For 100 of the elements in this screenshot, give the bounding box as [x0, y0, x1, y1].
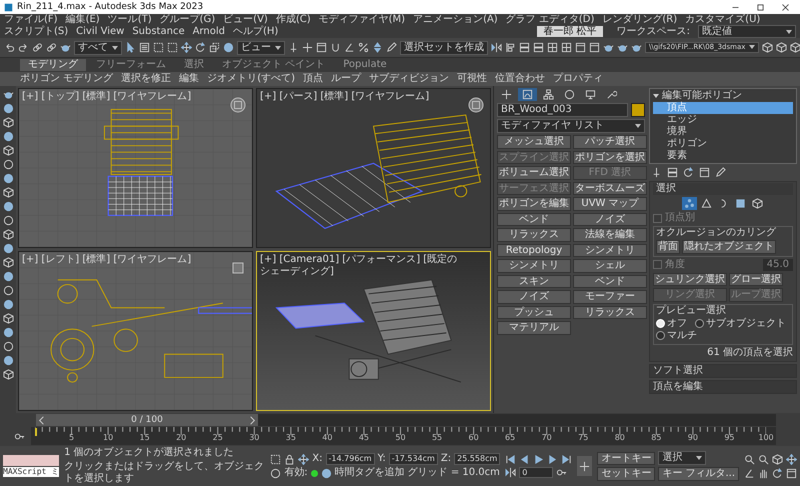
modifier-list-dropdown[interactable]: モディファイヤ リスト — [497, 119, 645, 133]
viewport[interactable]: [+] [パース] [標準] [ワイヤフレーム] — [256, 88, 491, 248]
ribbon-tab[interactable]: 選択 — [176, 59, 212, 71]
cube-icon[interactable] — [776, 42, 788, 53]
ribbon-panel-tab[interactable]: ループ — [331, 73, 361, 85]
collapse-icon[interactable] — [653, 93, 659, 99]
step-back-icon[interactable] — [519, 454, 530, 465]
viewport-label[interactable]: [+] [パース] [標準] [ワイヤフレーム] — [260, 91, 466, 103]
grid-icon[interactable] — [561, 42, 572, 53]
redo-icon[interactable] — [18, 42, 29, 53]
circle-icon[interactable] — [2, 215, 14, 226]
modifier-button[interactable]: ノイズ — [573, 212, 647, 226]
dashed-icon[interactable] — [167, 42, 178, 53]
option-button[interactable]: 隠れたオブジェクト — [682, 240, 776, 254]
auto-key-button[interactable]: オートキー — [597, 452, 656, 465]
move-icon[interactable] — [181, 42, 192, 53]
viewport-label[interactable]: [+] [トップ] [標準] [ワイヤフレーム] — [22, 91, 228, 103]
dashed-icon[interactable] — [270, 454, 282, 464]
viewport-label[interactable]: [+] [Camera01] [パフォーマンス] [既定のシェーディング] — [260, 254, 466, 278]
bend-tab[interactable] — [518, 88, 537, 101]
modifier-button[interactable]: パッチ選択 — [573, 135, 647, 148]
lock-icon[interactable] — [284, 454, 296, 464]
skip-forward-icon[interactable] — [561, 454, 572, 465]
dots-button[interactable] — [682, 197, 696, 210]
menu-item[interactable]: 作成(C) — [276, 14, 311, 25]
ribbon-panel-tab[interactable]: ジオメトリ(すべて) — [207, 73, 295, 85]
set-key-button[interactable] — [577, 456, 592, 476]
cube-icon[interactable] — [2, 313, 14, 324]
menu-item[interactable]: ヘルプ(H) — [232, 26, 278, 37]
coordinate-field[interactable]: -14.796cm — [326, 453, 375, 465]
sphere-icon[interactable] — [223, 42, 234, 53]
object-name-field[interactable]: BR_Wood_003 — [497, 103, 628, 117]
zoom-icon[interactable] — [744, 454, 755, 464]
selection-filter-dropdown[interactable]: すべて — [74, 40, 122, 54]
list-icon[interactable] — [139, 42, 150, 53]
maxscript-field[interactable]: MAXScript ミ — [3, 467, 60, 477]
grid-icon[interactable] — [547, 42, 558, 53]
sphere-icon[interactable] — [2, 103, 14, 114]
teapot-icon[interactable] — [631, 42, 642, 53]
window-icon[interactable] — [575, 42, 586, 53]
current-frame-field[interactable]: 0 — [519, 466, 554, 478]
magnet-icon[interactable] — [330, 42, 341, 53]
menu-item[interactable]: グループ(G) — [160, 14, 216, 25]
modifier-button[interactable]: ポリゴンを編集 — [497, 197, 571, 210]
sphere-icon[interactable] — [2, 271, 14, 282]
ribbon-tab[interactable]: オブジェクト ペイント — [214, 59, 334, 71]
cube-icon[interactable] — [2, 145, 14, 156]
viewcube-icon[interactable] — [468, 97, 484, 113]
square-icon[interactable] — [230, 260, 246, 276]
ribbon-tab[interactable]: モデリング — [20, 59, 86, 71]
stack-subitem[interactable]: 要素 — [653, 150, 793, 162]
cube-icon[interactable] — [772, 454, 783, 464]
rotate-icon[interactable] — [772, 468, 783, 478]
modifier-button[interactable]: リラックス — [573, 306, 647, 319]
modifier-button[interactable]: マテリアル — [497, 321, 571, 334]
link-icon[interactable] — [46, 42, 57, 53]
ribbon-panel-tab[interactable]: 位置合わせ — [495, 73, 545, 85]
menu-item[interactable]: モディファイヤ(M) — [318, 14, 406, 25]
stack-subitem[interactable]: 境界 — [653, 126, 793, 138]
menu-item[interactable]: スクリプト(S) — [4, 26, 68, 37]
teapot-icon[interactable] — [603, 42, 614, 53]
menu-item[interactable]: ファイル(F) — [4, 14, 58, 25]
modifier-button[interactable]: シンメトリ — [573, 244, 647, 257]
add-time-tag-link[interactable]: 時間タグを追加 — [334, 467, 405, 479]
pencil-icon[interactable] — [386, 42, 397, 53]
coordinate-field[interactable]: 25.558cm — [454, 453, 500, 465]
viewport[interactable]: [+] [レフト] [標準] [ワイヤフレーム] — [18, 251, 253, 411]
menu-item[interactable]: Arnold — [192, 26, 225, 37]
sphere-icon[interactable] — [2, 243, 14, 254]
cube-icon[interactable] — [762, 42, 774, 53]
pencil-icon[interactable] — [715, 167, 726, 178]
align-icon[interactable] — [505, 42, 516, 53]
menu-item[interactable]: アニメーション(A) — [413, 14, 498, 25]
menu-item[interactable]: 編集(E) — [66, 14, 100, 25]
percent-icon[interactable] — [358, 42, 369, 53]
cursor-icon[interactable] — [125, 42, 136, 53]
sphere-icon[interactable] — [2, 173, 14, 184]
sphere-icon[interactable] — [2, 355, 14, 366]
rotate-icon[interactable] — [195, 42, 206, 53]
modifier-button[interactable]: UVW マップ — [573, 197, 647, 210]
modifier-button[interactable]: シェル — [573, 259, 647, 272]
rollout-header[interactable]: 選択 — [653, 183, 793, 195]
ribbon-tab[interactable]: フリーフォーム — [88, 59, 174, 71]
angle-icon[interactable] — [744, 468, 755, 478]
dashed-icon[interactable] — [153, 42, 164, 53]
menu-item[interactable]: Substance — [132, 26, 185, 37]
rotate-icon[interactable] — [683, 167, 694, 178]
status-dot[interactable] — [310, 470, 318, 476]
layers-icon[interactable] — [519, 42, 530, 53]
ribbon-panel-tab[interactable]: プロパティ — [553, 73, 603, 85]
ribbon-panel-tab[interactable]: ポリゴン モデリング — [20, 73, 114, 85]
menu-item[interactable]: ツール(T) — [108, 14, 152, 25]
step-forward-icon[interactable] — [547, 454, 558, 465]
named-selection-set-field[interactable]: 選択セットを作成 — [400, 40, 488, 54]
radio-button[interactable] — [656, 331, 665, 340]
menu-item[interactable]: カスタマイズ(U) — [685, 14, 760, 25]
ribbon-panel-tab[interactable]: 可視性 — [457, 73, 487, 85]
time-slider-thumb[interactable]: 0 / 100 — [36, 414, 258, 426]
circle-icon[interactable] — [2, 341, 14, 352]
modifier-button[interactable]: リラックス — [497, 228, 571, 242]
